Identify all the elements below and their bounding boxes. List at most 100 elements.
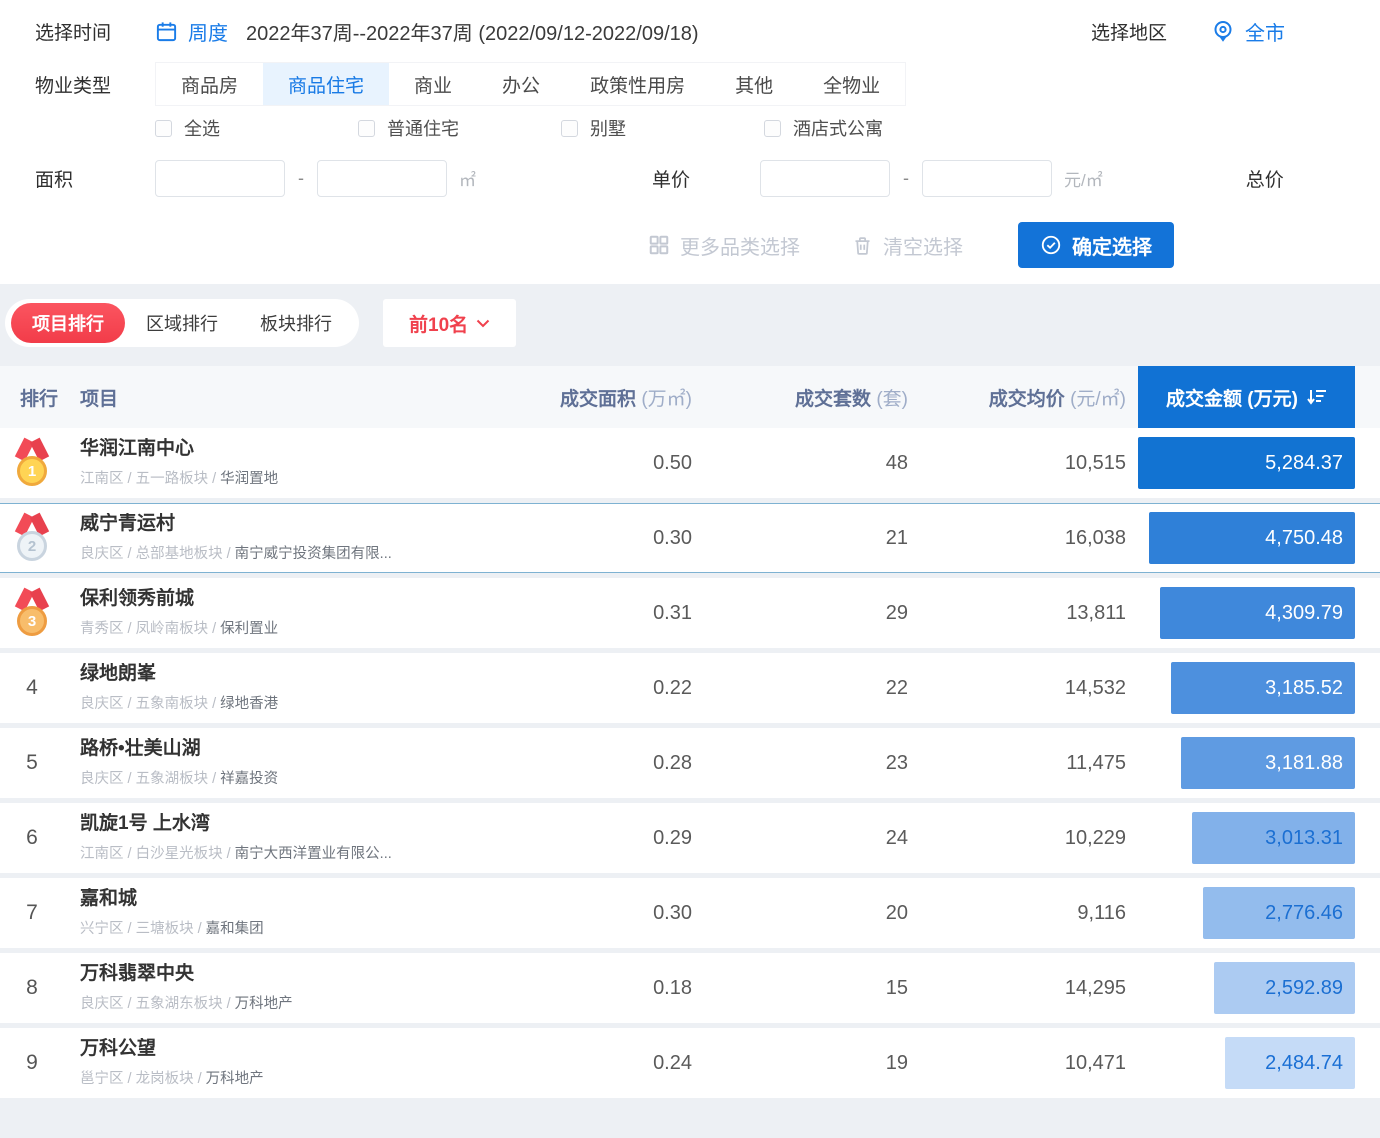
tab-plate-ranking[interactable]: 板块排行 bbox=[239, 303, 353, 343]
confirm-selection-button[interactable]: 确定选择 bbox=[1018, 222, 1174, 268]
project-subtitle: 良庆区 / 五象南板块 / 绿地香港 bbox=[80, 692, 504, 713]
table-body: 1 1 华润江南中心 江南区 / 五一路板块 / 华润置地 0.50 48 10… bbox=[0, 428, 1380, 1098]
project-location: 良庆区 / 五象湖东板块 / bbox=[80, 996, 235, 1012]
unit-price-min-input[interactable] bbox=[760, 160, 890, 197]
filter-panel: 选择时间 周度 2022年37周--2022年37周 (2022/09/12-2… bbox=[0, 0, 1380, 284]
deal-amount-cell: 3,013.31 bbox=[1128, 812, 1380, 864]
region-value[interactable]: 全市 bbox=[1245, 17, 1285, 46]
deal-amount-cell: 4,750.48 bbox=[1128, 512, 1380, 564]
medal-icon: 1 bbox=[12, 438, 52, 488]
tab-bangong[interactable]: 办公 bbox=[477, 63, 565, 105]
rank-cell: 8 8 bbox=[0, 976, 64, 1000]
table-row[interactable]: 2 2 威宁青运村 良庆区 / 总部基地板块 / 南宁威宁投资集团有限... 0… bbox=[0, 503, 1380, 573]
project-location: 邕宁区 / 龙岗板块 / bbox=[80, 1071, 206, 1087]
tab-zhengcexing[interactable]: 政策性用房 bbox=[565, 63, 710, 105]
checkbox-box[interactable] bbox=[561, 120, 578, 137]
deal-avg-price-value: 10,515 bbox=[1065, 452, 1128, 475]
project-subtitle: 兴宁区 / 三塘板块 / 嘉和集团 bbox=[80, 917, 504, 938]
project-name: 保利领秀前城 bbox=[80, 588, 504, 611]
deal-amount-cell: 2,592.89 bbox=[1128, 962, 1380, 1014]
deal-avg-price-value: 14,295 bbox=[1065, 977, 1128, 1000]
chevron-down-icon bbox=[476, 319, 490, 328]
deal-amount-bar: 4,750.48 bbox=[1149, 512, 1355, 564]
unit-price-max-input[interactable] bbox=[922, 160, 1052, 197]
tab-shangye[interactable]: 商业 bbox=[389, 63, 477, 105]
project-subtitle: 邕宁区 / 龙岗板块 / 万科地产 bbox=[80, 1067, 504, 1088]
table-row[interactable]: 9 9 万科公望 邕宁区 / 龙岗板块 / 万科地产 0.24 19 10,47… bbox=[0, 1028, 1380, 1098]
project-developer: 祥嘉投资 bbox=[220, 771, 278, 787]
more-categories-button[interactable]: 更多品类选择 bbox=[648, 231, 800, 260]
deal-amount-bar: 2,484.74 bbox=[1225, 1037, 1355, 1089]
project-name: 路桥•壮美山湖 bbox=[80, 738, 504, 761]
deal-amount-bar: 2,776.46 bbox=[1203, 887, 1355, 939]
time-mode-selector[interactable]: 周度 bbox=[188, 17, 228, 46]
table-row[interactable]: 6 6 凯旋1号 上水湾 江南区 / 白沙星光板块 / 南宁大西洋置业有限公..… bbox=[0, 803, 1380, 873]
deal-amount-bar: 5,284.37 bbox=[1138, 437, 1355, 489]
area-min-input[interactable] bbox=[155, 160, 285, 197]
rank-cell: 3 3 bbox=[0, 588, 64, 638]
deal-units-value: 48 bbox=[886, 452, 910, 475]
deal-avg-price-value: 13,811 bbox=[1066, 602, 1128, 625]
tab-quanwuye[interactable]: 全物业 bbox=[798, 63, 905, 105]
ranking-tab-group: 项目排行 区域排行 板块排行 bbox=[5, 299, 359, 347]
table-row[interactable]: 7 7 嘉和城 兴宁区 / 三塘板块 / 嘉和集团 0.30 20 9,116 … bbox=[0, 878, 1380, 948]
table-row[interactable]: 4 4 绿地朗峯 良庆区 / 五象南板块 / 绿地香港 0.22 22 14,5… bbox=[0, 653, 1380, 723]
ranking-tabs-row: 项目排行 区域排行 板块排行 前10名 bbox=[5, 299, 1380, 347]
project-developer: 万科地产 bbox=[206, 1071, 264, 1087]
deal-units-value: 21 bbox=[886, 527, 910, 550]
deal-avg-price-value: 11,475 bbox=[1066, 752, 1128, 775]
deal-avg-price-value: 10,229 bbox=[1065, 827, 1128, 850]
header-area: 成交面积 (万㎡) bbox=[560, 384, 694, 411]
tab-project-ranking[interactable]: 项目排行 bbox=[11, 303, 125, 343]
deal-area-value: 0.18 bbox=[653, 977, 694, 1000]
location-pin-icon[interactable] bbox=[1211, 19, 1235, 43]
medal-icon: 3 bbox=[12, 588, 52, 638]
deal-amount-cell: 2,776.46 bbox=[1128, 887, 1380, 939]
project-subtitle: 青秀区 / 凤岭南板块 / 保利置业 bbox=[80, 617, 504, 638]
project-cell: 绿地朗峯 良庆区 / 五象南板块 / 绿地香港 bbox=[64, 663, 504, 713]
rank-cell: 2 2 bbox=[0, 513, 64, 563]
table-row[interactable]: 3 3 保利领秀前城 青秀区 / 凤岭南板块 / 保利置业 0.31 29 13… bbox=[0, 578, 1380, 648]
checkbox-box[interactable] bbox=[764, 120, 781, 137]
header-amount-sort[interactable]: 成交金额 (万元) bbox=[1138, 366, 1355, 428]
checkbox-box[interactable] bbox=[155, 120, 172, 137]
project-developer: 南宁威宁投资集团有限... bbox=[235, 546, 392, 562]
checkbox-hotel-apartment[interactable]: 酒店式公寓 bbox=[764, 115, 967, 141]
tab-district-ranking[interactable]: 区域排行 bbox=[125, 303, 239, 343]
project-developer: 嘉和集团 bbox=[206, 921, 264, 937]
total-price-label: 总价 bbox=[1246, 165, 1284, 192]
project-location: 良庆区 / 五象南板块 / bbox=[80, 696, 220, 712]
project-name: 绿地朗峯 bbox=[80, 663, 504, 686]
tab-qita[interactable]: 其他 bbox=[710, 63, 798, 105]
calendar-icon[interactable] bbox=[155, 20, 178, 43]
top-n-selector[interactable]: 前10名 bbox=[383, 299, 516, 347]
checkbox-select-all[interactable]: 全选 bbox=[155, 115, 358, 141]
deal-amount-cell: 4,309.79 bbox=[1128, 587, 1380, 639]
clear-selection-button[interactable]: 清空选择 bbox=[852, 231, 963, 260]
tab-shangpinzhuzhai[interactable]: 商品住宅 bbox=[263, 63, 389, 105]
project-name: 华润江南中心 bbox=[80, 438, 504, 461]
unit-price-label: 单价 bbox=[652, 165, 690, 192]
project-name: 凯旋1号 上水湾 bbox=[80, 813, 504, 836]
checkbox-villa[interactable]: 别墅 bbox=[561, 115, 764, 141]
table-row[interactable]: 5 5 路桥•壮美山湖 良庆区 / 五象湖板块 / 祥嘉投资 0.28 23 1… bbox=[0, 728, 1380, 798]
table-row[interactable]: 1 1 华润江南中心 江南区 / 五一路板块 / 华润置地 0.50 48 10… bbox=[0, 428, 1380, 498]
project-developer: 保利置业 bbox=[220, 621, 278, 637]
time-filter-label: 选择时间 bbox=[35, 18, 155, 45]
area-range-dash: - bbox=[285, 168, 317, 189]
table-row[interactable]: 8 8 万科翡翠中央 良庆区 / 五象湖东板块 / 万科地产 0.18 15 1… bbox=[0, 953, 1380, 1023]
deal-units-value: 24 bbox=[886, 827, 910, 850]
checkbox-ordinary-residence[interactable]: 普通住宅 bbox=[358, 115, 561, 141]
header-rank: 排行 bbox=[0, 384, 64, 411]
deal-avg-price-value: 9,116 bbox=[1077, 902, 1128, 925]
time-range-value[interactable]: 2022年37周--2022年37周 (2022/09/12-2022/09/1… bbox=[246, 17, 699, 46]
deal-units-value: 19 bbox=[886, 1052, 910, 1075]
deal-units-value: 15 bbox=[886, 977, 910, 1000]
project-cell: 凯旋1号 上水湾 江南区 / 白沙星光板块 / 南宁大西洋置业有限公... bbox=[64, 813, 504, 863]
area-max-input[interactable] bbox=[317, 160, 447, 197]
tab-shangpinfang[interactable]: 商品房 bbox=[156, 63, 263, 105]
deal-amount-bar: 4,309.79 bbox=[1160, 587, 1355, 639]
project-cell: 路桥•壮美山湖 良庆区 / 五象湖板块 / 祥嘉投资 bbox=[64, 738, 504, 788]
checkbox-box[interactable] bbox=[358, 120, 375, 137]
project-location: 青秀区 / 凤岭南板块 / bbox=[80, 621, 220, 637]
